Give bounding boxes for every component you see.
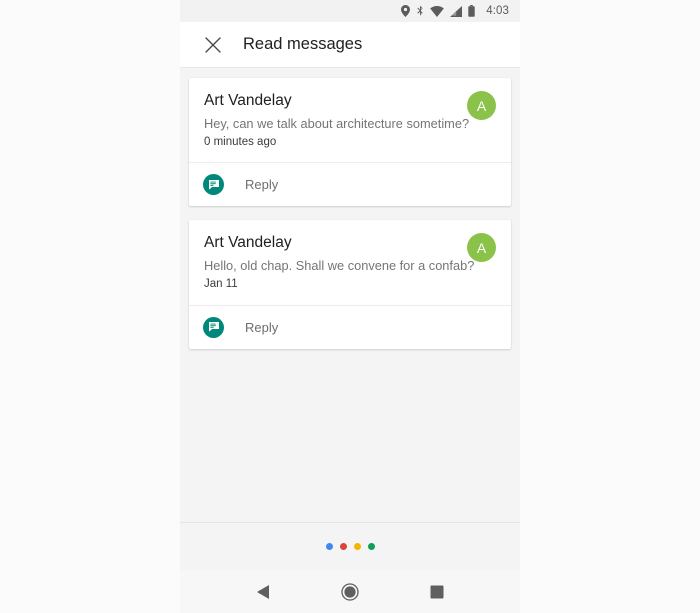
close-icon[interactable] (200, 32, 226, 58)
location-icon (401, 5, 411, 17)
recents-square-icon[interactable] (421, 576, 453, 608)
wifi-icon (430, 5, 445, 17)
reply-button[interactable]: Reply (189, 163, 511, 206)
bluetooth-icon (416, 5, 424, 17)
message-card-body: Art Vandelay Hey, can we talk about arch… (189, 78, 511, 162)
messages-list: Art Vandelay Hey, can we talk about arch… (180, 68, 520, 522)
dot-red (339, 543, 347, 550)
message-card[interactable]: Art Vandelay Hey, can we talk about arch… (189, 78, 511, 207)
message-preview: Hey, can we talk about architecture some… (204, 116, 470, 132)
avatar: A (467, 91, 496, 120)
message-card-body: Art Vandelay Hello, old chap. Shall we c… (189, 220, 511, 304)
message-sender: Art Vandelay (204, 234, 292, 252)
home-circle-icon[interactable] (334, 576, 366, 608)
dot-green (367, 543, 375, 550)
status-time: 4:03 (486, 5, 509, 17)
dot-yellow (353, 543, 361, 550)
assistant-dots-indicator (180, 522, 520, 570)
page-title: Read messages (243, 35, 363, 53)
status-icons: 4:03 (401, 5, 509, 17)
reply-button[interactable]: Reply (189, 306, 511, 349)
back-triangle-icon[interactable] (247, 576, 279, 608)
message-reply-icon (203, 174, 224, 196)
dot-blue (325, 543, 333, 550)
status-bar: 4:03 (180, 0, 520, 22)
message-timestamp: 0 minutes ago (204, 136, 277, 149)
reply-label: Reply (245, 177, 279, 193)
message-reply-icon (203, 316, 224, 338)
app-bar: Read messages (180, 22, 520, 68)
message-timestamp: Jan 11 (204, 278, 238, 291)
battery-icon (468, 5, 475, 17)
reply-label: Reply (245, 319, 279, 335)
signal-icon (450, 5, 463, 17)
message-card[interactable]: Art Vandelay Hello, old chap. Shall we c… (189, 220, 511, 349)
phone-screen: 4:03 Read messages Art Vandelay Hey, can… (180, 0, 520, 613)
message-preview: Hello, old chap. Shall we convene for a … (204, 258, 475, 274)
android-nav-bar (180, 570, 520, 613)
message-sender: Art Vandelay (204, 92, 292, 109)
